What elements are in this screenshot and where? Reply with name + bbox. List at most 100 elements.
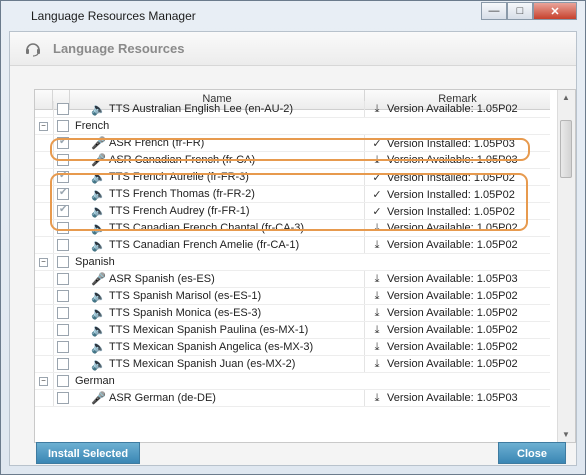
group-checkbox[interactable] xyxy=(57,375,69,387)
table-row[interactable]: 🔈 TTS Mexican Spanish Paulina (es-MX-1) ⤓ V… xyxy=(35,322,550,339)
column-separator xyxy=(364,322,365,338)
resource-name: TTS Spanish Monica (es-ES-3) xyxy=(109,307,262,319)
group-checkbox[interactable] xyxy=(57,256,69,268)
resource-name: TTS Mexican Spanish Angelica (es-MX-3) xyxy=(109,341,314,353)
language-resources-manager-window: Language Resources Manager — □ ✕ Languag… xyxy=(0,0,586,475)
resource-name: ASR German (de-DE) xyxy=(109,392,216,404)
row-gutter xyxy=(35,152,54,168)
row-checkbox[interactable] xyxy=(57,358,69,370)
column-separator xyxy=(364,186,365,202)
microphone-icon: 🎤 xyxy=(91,391,106,405)
scrollbar-thumb[interactable] xyxy=(560,120,572,178)
table-row[interactable]: 🔈TTS French Thomas (fr-FR-2) ✓ Version Ins… xyxy=(35,186,550,203)
row-gutter xyxy=(35,339,54,355)
row-checkbox[interactable] xyxy=(57,392,69,404)
table-row[interactable]: 🎤ASR French (fr-FR) ✓ Version Installed: 1… xyxy=(35,135,550,152)
table-row[interactable]: 🔈 TTS Canadian French Chantal (fr-CA-3) ⤓ V… xyxy=(35,220,550,237)
table-row[interactable]: 🔈 TTS Mexican Spanish Juan (es-MX-2) ⤓ Vers… xyxy=(35,356,550,373)
row-checkbox[interactable] xyxy=(57,290,69,302)
row-gutter xyxy=(35,135,54,151)
group-label: French xyxy=(75,120,110,132)
maximize-icon: □ xyxy=(516,5,524,17)
remark-text: Version Installed: 1.05P02 xyxy=(387,189,515,201)
row-checkbox[interactable] xyxy=(57,239,69,251)
collapse-toggle-icon[interactable]: − xyxy=(39,377,48,386)
scroll-down-icon[interactable]: ▼ xyxy=(562,430,570,439)
row-gutter xyxy=(35,356,54,372)
install-selected-button[interactable]: Install Selected xyxy=(36,442,140,464)
row-checkbox[interactable] xyxy=(57,273,69,285)
group-row[interactable]: − German xyxy=(35,373,550,390)
collapse-toggle-icon[interactable]: − xyxy=(39,258,48,267)
download-icon: ⤓ xyxy=(374,239,380,251)
table-row[interactable]: 🔈 TTS Spanish Marisol (es-ES-1) ⤓ Version A… xyxy=(35,288,550,305)
minimize-button[interactable]: — xyxy=(481,2,507,20)
row-checkbox[interactable] xyxy=(57,103,69,115)
resource-name: ASR French (fr-FR) xyxy=(109,137,205,149)
table-row[interactable]: 🔈 TTS Mexican Spanish Angelica (es-MX-3) ⤓… xyxy=(35,339,550,356)
maximize-button[interactable]: □ xyxy=(507,2,533,20)
table-row[interactable]: 🔈 TTS Spanish Monica (es-ES-3) ⤓ Version Av… xyxy=(35,305,550,322)
resources-grid[interactable]: Name Remark 🔈 TTS Australian English Lee … xyxy=(34,89,576,443)
remark-cell: ⤓ Version Available: 1.05P02 xyxy=(371,103,518,116)
dialog-body: Language Resources Name Remark 🔈 TTS Aust… xyxy=(9,31,577,466)
row-checkbox[interactable] xyxy=(57,204,69,217)
remark-text: Version Installed: 1.05P02 xyxy=(387,172,515,184)
table-row[interactable]: 🎤 ASR German (de-DE) ⤓ Version Available: 1… xyxy=(35,390,550,407)
headset-icon xyxy=(26,43,40,57)
remark-text: Version Available: 1.05P02 xyxy=(387,239,518,251)
remark-text: Version Available: 1.05P03 xyxy=(387,273,518,285)
remark-cell: ⤓ Version Available: 1.05P02 xyxy=(371,324,518,337)
row-gutter xyxy=(35,220,54,236)
row-checkbox[interactable] xyxy=(57,170,69,183)
microphone-icon: 🎤 xyxy=(91,136,106,150)
table-row[interactable]: 🎤 ASR Spanish (es-ES) ⤓ Version Available: … xyxy=(35,271,550,288)
row-checkbox[interactable] xyxy=(57,307,69,319)
resource-name: TTS Australian English Lee (en-AU-2) xyxy=(109,103,294,115)
row-checkbox[interactable] xyxy=(57,136,69,149)
table-row[interactable]: 🎤 ASR Canadian French (fr-CA) ⤓ Version Ava… xyxy=(35,152,550,169)
remark-cell: ✓ Version Installed: 1.05P02 xyxy=(371,205,514,218)
table-row[interactable]: 🔈 TTS Canadian French Amelie (fr-CA-1) ⤓ Ve… xyxy=(35,237,550,254)
remark-cell: ⤓ Version Available: 1.05P02 xyxy=(371,290,518,303)
close-window-button[interactable]: ✕ xyxy=(533,2,577,20)
resource-name: ASR Spanish (es-ES) xyxy=(109,273,215,285)
remark-cell: ⤓ Version Available: 1.05P03 xyxy=(371,154,518,167)
remark-text: Version Available: 1.05P02 xyxy=(387,341,518,353)
row-checkbox[interactable] xyxy=(57,222,69,234)
speaker-icon: 🔈 xyxy=(91,204,106,218)
group-row[interactable]: − Spanish xyxy=(35,254,550,271)
title-bar[interactable]: Language Resources Manager — □ ✕ xyxy=(1,1,585,31)
row-gutter xyxy=(35,203,54,219)
column-separator xyxy=(364,220,365,236)
row-checkbox[interactable] xyxy=(57,187,69,200)
group-row[interactable]: − French xyxy=(35,118,550,135)
column-separator xyxy=(364,339,365,355)
window-title: Language Resources Manager xyxy=(31,9,196,23)
vertical-scrollbar[interactable]: ▲ ▼ xyxy=(557,90,575,442)
resource-name: TTS Spanish Marisol (es-ES-1) xyxy=(109,290,262,302)
group-checkbox[interactable] xyxy=(57,120,69,132)
row-checkbox[interactable] xyxy=(57,154,69,166)
check-icon: ✓ xyxy=(372,138,382,150)
column-separator xyxy=(364,305,365,321)
column-separator xyxy=(364,152,365,168)
download-icon: ⤓ xyxy=(374,324,380,336)
row-checkbox[interactable] xyxy=(57,324,69,336)
remark-text: Version Available: 1.05P02 xyxy=(387,222,518,234)
resource-name: TTS French Aurelie (fr-FR-3) xyxy=(109,171,249,183)
resource-name: TTS French Audrey (fr-FR-1) xyxy=(109,205,250,217)
collapse-toggle-icon[interactable]: − xyxy=(39,122,48,131)
speaker-icon: 🔈 xyxy=(91,323,106,337)
remark-text: Version Installed: 1.05P03 xyxy=(387,138,515,150)
table-row[interactable]: 🔈TTS French Aurelie (fr-FR-3) ✓ Version In… xyxy=(35,169,550,186)
close-button[interactable]: Close xyxy=(498,442,566,464)
remark-text: Version Available: 1.05P02 xyxy=(387,290,518,302)
remark-cell: ⤓ Version Available: 1.05P02 xyxy=(371,222,518,235)
row-checkbox[interactable] xyxy=(57,341,69,353)
remark-text: Version Available: 1.05P02 xyxy=(387,324,518,336)
row-gutter xyxy=(35,390,54,406)
scroll-up-icon[interactable]: ▲ xyxy=(562,93,570,102)
table-row[interactable]: 🔈 TTS Australian English Lee (en-AU-2) ⤓ Ve… xyxy=(35,101,550,118)
table-row[interactable]: 🔈TTS French Audrey (fr-FR-1) ✓ Version Ins… xyxy=(35,203,550,220)
